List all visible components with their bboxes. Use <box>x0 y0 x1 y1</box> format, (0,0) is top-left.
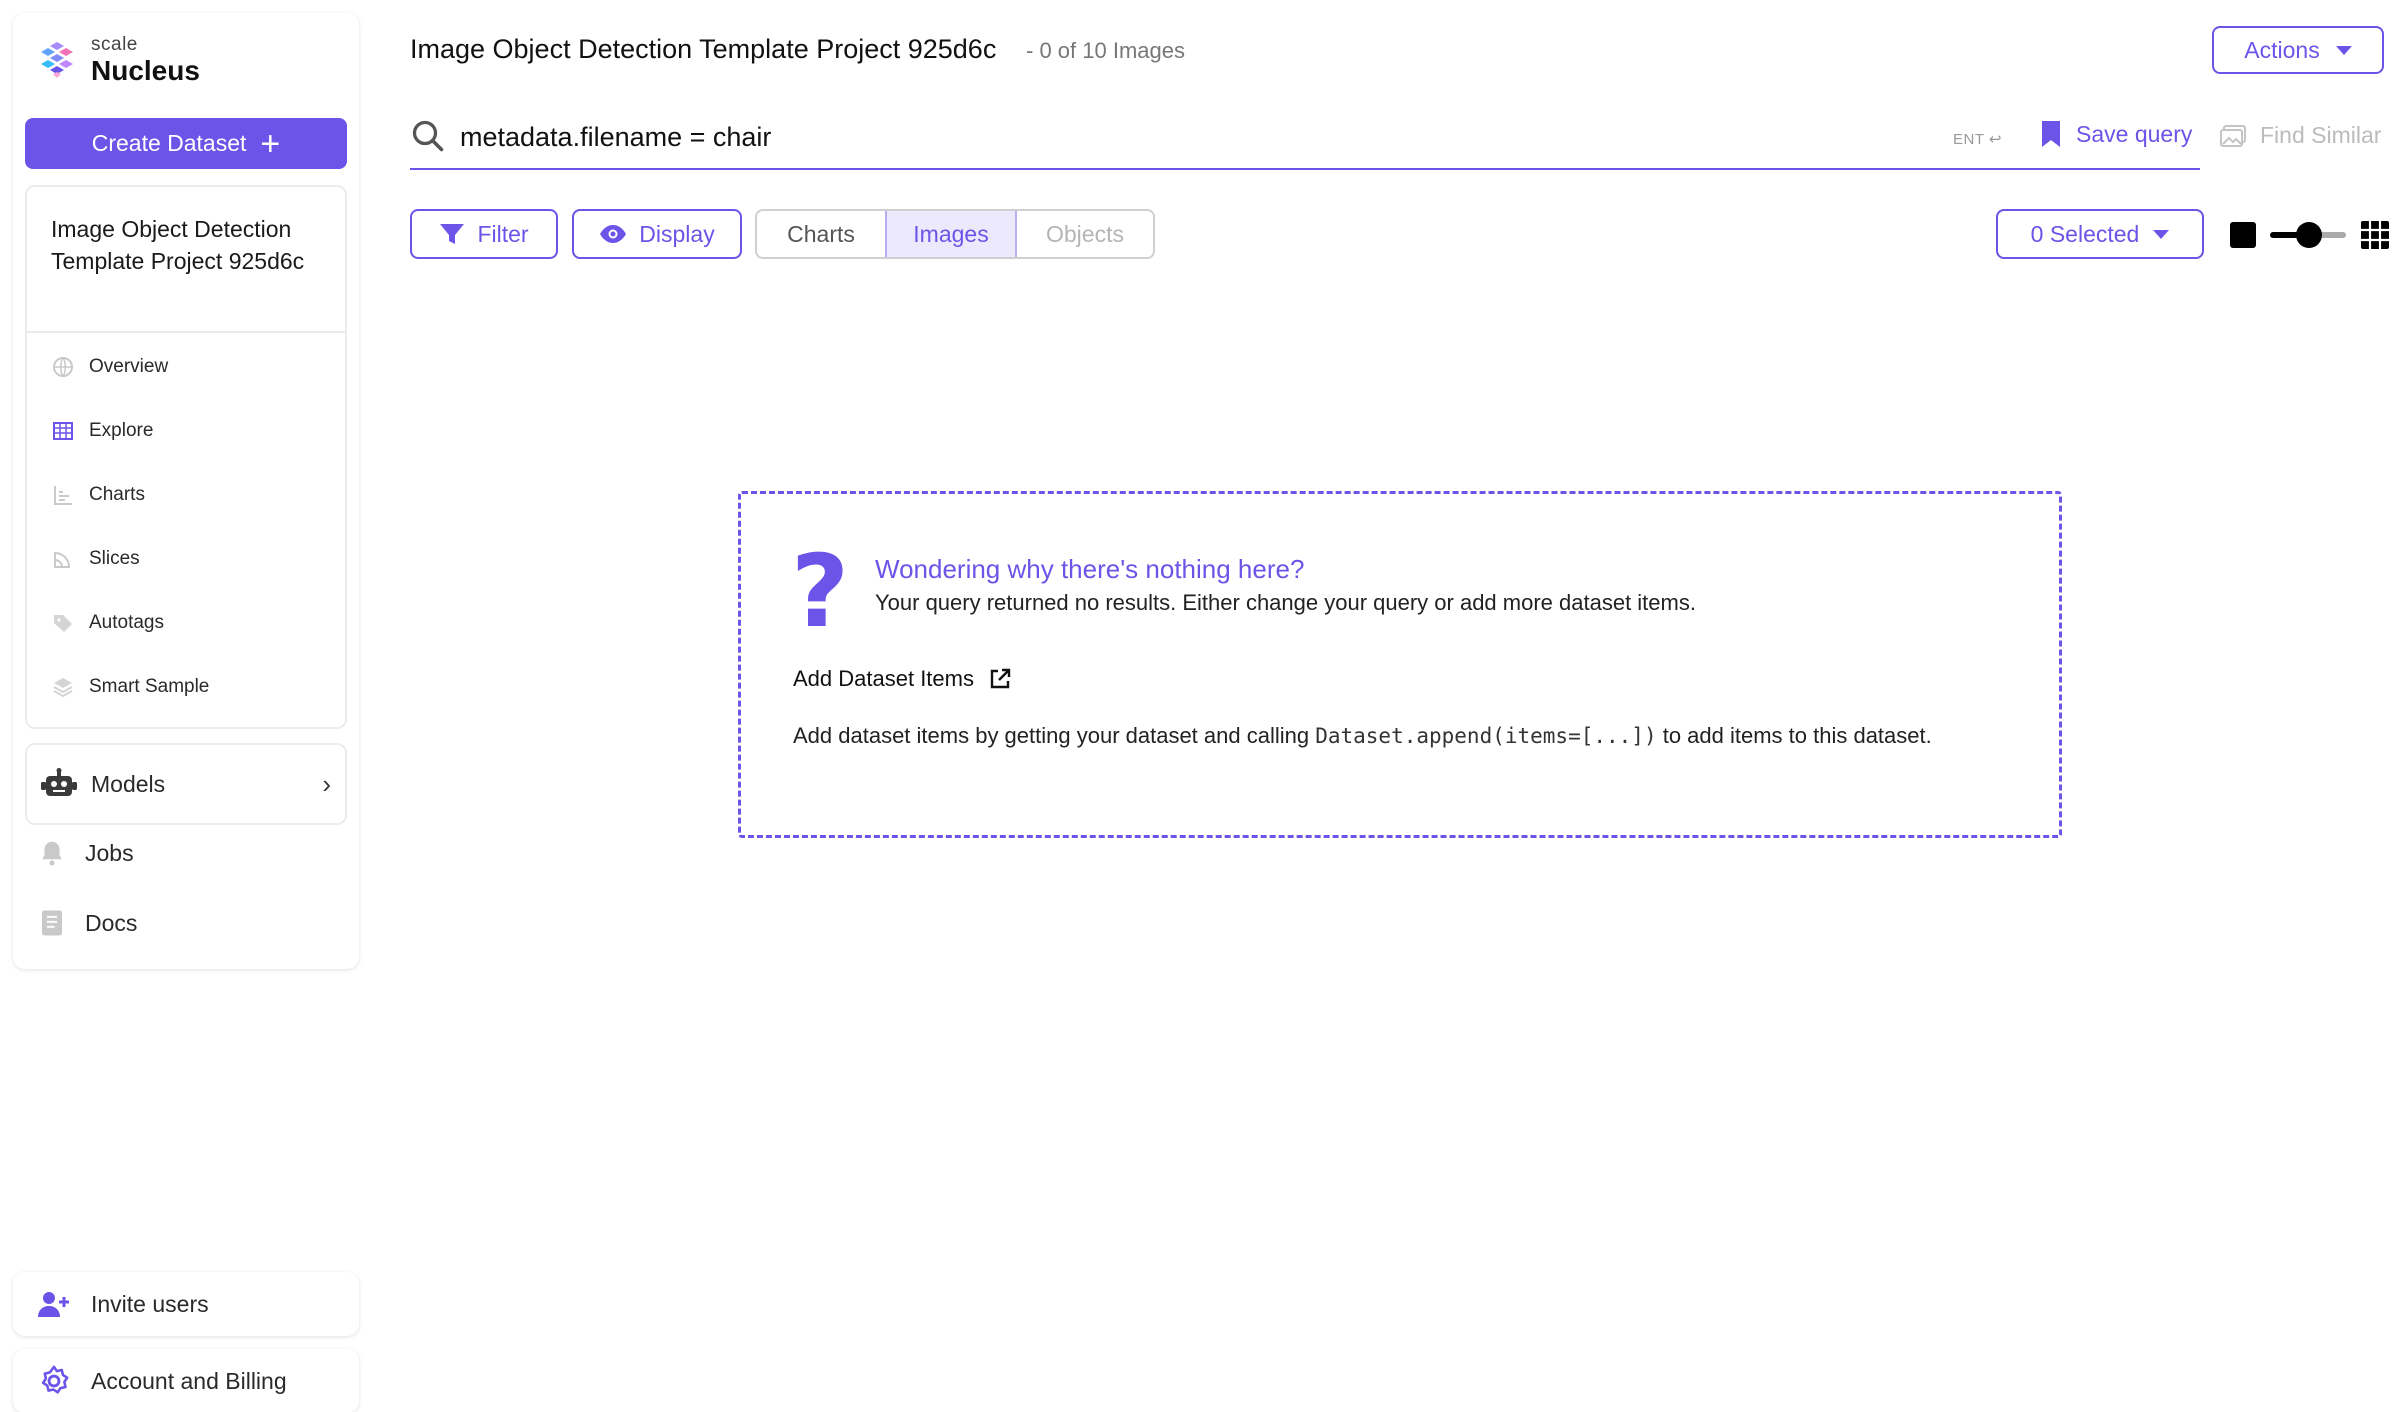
desc-text-after: to add items to this dataset. <box>1656 723 1932 748</box>
layers-icon <box>53 678 73 698</box>
bell-icon <box>42 841 62 866</box>
filter-label: Filter <box>477 220 529 247</box>
gear-icon <box>41 1365 69 1394</box>
enter-hint: ENT ↩ <box>1953 131 2002 148</box>
filter-icon <box>440 224 465 244</box>
slider-track <box>2318 232 2346 238</box>
caret-down-icon <box>2335 45 2352 55</box>
dataset-title[interactable]: Image Object Detection Template Project … <box>51 213 331 277</box>
external-link-icon <box>990 668 1011 689</box>
eye-icon <box>600 225 627 243</box>
empty-state-panel: ? Wondering why there's nothing here? Yo… <box>738 491 2062 838</box>
sidebar-item-label: Overview <box>89 356 169 377</box>
image-count: - 0 of 10 Images <box>1026 38 1185 63</box>
bookmark-icon <box>2042 121 2060 147</box>
dataset-nav-card: Image Object Detection Template Project … <box>25 185 347 729</box>
invite-users-button[interactable]: Invite users <box>13 1272 359 1336</box>
filter-button[interactable]: Filter <box>410 209 558 259</box>
docs-label: Docs <box>85 909 138 936</box>
brand-logo[interactable]: scale Nucleus <box>37 35 200 85</box>
models-label: Models <box>91 770 166 797</box>
save-query-button[interactable]: Save query <box>2040 120 2192 148</box>
actions-button[interactable]: Actions <box>2212 26 2384 74</box>
small-thumbnail-icon[interactable] <box>2230 222 2256 248</box>
code-snippet: Dataset.append(items=[...]) <box>1315 724 1657 748</box>
find-similar-label: Find Similar <box>2260 122 2382 148</box>
brand-name: Nucleus <box>91 55 200 86</box>
query-input[interactable] <box>460 118 1860 156</box>
add-user-icon <box>38 1292 69 1317</box>
sidebar-item-models[interactable]: Models › <box>25 743 347 825</box>
empty-state-description: Add dataset items by getting your datase… <box>793 720 1993 752</box>
add-dataset-items-label: Add Dataset Items <box>793 666 974 691</box>
account-billing-button[interactable]: Account and Billing <box>13 1349 359 1412</box>
sidebar-item-charts[interactable]: Charts <box>51 477 145 513</box>
sidebar-item-smart-sample[interactable]: Smart Sample <box>51 669 209 705</box>
sidebar-item-label: Smart Sample <box>89 676 210 697</box>
selected-label: 0 Selected <box>2030 220 2140 247</box>
brand-small-text: scale <box>91 34 138 55</box>
find-similar-button[interactable]: Find Similar <box>2220 122 2381 149</box>
nucleus-logo-icon <box>41 42 73 78</box>
add-dataset-items-link[interactable]: Add Dataset Items <box>793 666 1012 692</box>
jobs-label: Jobs <box>85 839 134 866</box>
page-title: Image Object Detection Template Project … <box>410 34 997 64</box>
tab-images[interactable]: Images <box>885 211 1017 257</box>
invite-users-label: Invite users <box>91 1290 209 1317</box>
display-label: Display <box>639 220 715 247</box>
actions-label: Actions <box>2244 36 2320 63</box>
create-dataset-label: Create Dataset <box>91 130 247 156</box>
bar-chart-icon <box>54 486 72 505</box>
caret-down-icon <box>2153 229 2170 239</box>
question-mark-icon: ? <box>791 533 850 650</box>
sidebar-item-label: Explore <box>89 420 154 441</box>
selected-dropdown[interactable]: 0 Selected <box>1996 209 2204 259</box>
desc-text-before: Add dataset items by getting your datase… <box>793 723 1316 748</box>
slider-thumb[interactable] <box>2296 222 2322 248</box>
grid-view-icon[interactable] <box>2360 220 2390 250</box>
book-icon <box>42 910 62 936</box>
divider <box>27 331 345 333</box>
slices-icon <box>54 551 71 568</box>
grid-icon <box>53 422 73 440</box>
create-dataset-button[interactable]: Create Dataset + <box>25 118 347 169</box>
search-icon <box>412 120 444 152</box>
display-button[interactable]: Display <box>572 209 742 259</box>
view-tabs: Charts Images Objects <box>755 209 1155 259</box>
tab-objects[interactable]: Objects <box>1017 211 1153 257</box>
sidebar-item-slices[interactable]: Slices <box>51 541 140 577</box>
image-icon <box>2220 124 2246 147</box>
sidebar-item-overview[interactable]: Overview <box>51 349 168 385</box>
tag-icon <box>54 615 72 632</box>
sidebar-item-label: Charts <box>89 484 145 505</box>
robot-icon <box>41 768 77 796</box>
empty-state-heading: Wondering why there's nothing here? <box>875 554 1305 584</box>
sidebar-item-explore[interactable]: Explore <box>51 413 153 449</box>
chevron-right-icon: › <box>322 768 331 799</box>
sidebar-item-docs[interactable]: Docs <box>37 908 137 938</box>
query-bar: ENT ↩ Save query <box>410 110 2200 170</box>
sidebar-item-label: Slices <box>89 548 140 569</box>
account-billing-label: Account and Billing <box>91 1367 287 1394</box>
sidebar-item-label: Autotags <box>89 612 164 633</box>
plus-icon: + <box>260 124 281 163</box>
sidebar-item-jobs[interactable]: Jobs <box>37 838 134 868</box>
sidebar-panel: scale Nucleus Create Dataset + Image Obj… <box>13 13 359 969</box>
tab-charts[interactable]: Charts <box>757 211 885 257</box>
sidebar-item-autotags[interactable]: Autotags <box>51 605 164 641</box>
empty-state-subtext: Your query returned no results. Either c… <box>875 590 1696 615</box>
save-query-label: Save query <box>2076 120 2193 147</box>
globe-icon <box>53 357 73 377</box>
thumbnail-size-slider[interactable] <box>2270 220 2346 250</box>
